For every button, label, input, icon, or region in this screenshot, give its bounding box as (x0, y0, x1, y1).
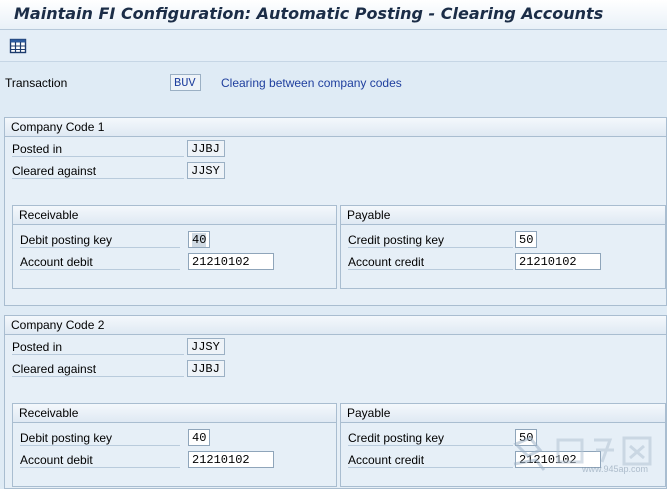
watermark-logo-icon: www.945ap.com (513, 436, 652, 474)
debit-posting-key-label: Debit posting key (20, 431, 180, 446)
cleared-against-field[interactable]: JJSY (187, 162, 225, 179)
credit-posting-key-label: Credit posting key (348, 233, 513, 248)
posted-in-label: Posted in (12, 142, 184, 157)
cleared-against-label: Cleared against (12, 164, 184, 179)
receivable-header: Receivable (13, 206, 336, 225)
credit-posting-key-field[interactable]: 50 (515, 231, 537, 248)
cleared-against-field[interactable]: JJBJ (187, 360, 225, 377)
payable-title: Payable (347, 208, 391, 222)
credit-posting-key-label: Credit posting key (348, 431, 513, 446)
watermark-text: www.945ap.com (581, 464, 648, 474)
debit-posting-key-field[interactable]: 40 (188, 231, 210, 248)
main-area: Transaction BUV Clearing between company… (0, 62, 667, 489)
receivable-header: Receivable (13, 404, 336, 423)
debit-posting-key-value: 40 (192, 233, 207, 247)
account-debit-field[interactable]: 21210102 (188, 253, 274, 270)
company-code-2-header: Company Code 2 (5, 316, 666, 335)
receivable-group: Receivable Debit posting key 40 Account … (12, 403, 337, 487)
account-debit-label: Account debit (20, 255, 180, 270)
application-toolbar (0, 30, 667, 62)
posted-in-field[interactable]: JJBJ (187, 140, 225, 157)
payable-header: Payable (341, 206, 665, 225)
payable-group: Payable Credit posting key 50 Account cr… (340, 205, 666, 289)
table-view-icon (9, 38, 27, 54)
receivable-group: Receivable Debit posting key 40 Account … (12, 205, 337, 289)
account-debit-field[interactable]: 21210102 (188, 451, 274, 468)
posted-in-label: Posted in (12, 340, 184, 355)
transaction-field[interactable]: BUV (170, 74, 201, 91)
cleared-against-label: Cleared against (12, 362, 184, 377)
company-code-1-group: Company Code 1 Posted in JJBJ Cleared ag… (4, 117, 667, 306)
account-debit-label: Account debit (20, 453, 180, 468)
table-view-button[interactable] (9, 38, 27, 54)
company-code-1-title: Company Code 1 (11, 120, 105, 134)
receivable-title: Receivable (19, 406, 79, 420)
account-credit-field[interactable]: 21210102 (515, 253, 601, 270)
payable-title: Payable (347, 406, 391, 420)
posted-in-field[interactable]: JJSY (187, 338, 225, 355)
company-code-2-title: Company Code 2 (11, 318, 105, 332)
company-code-1-header: Company Code 1 (5, 118, 666, 137)
transaction-label: Transaction (5, 76, 68, 90)
window-title: Maintain FI Configuration: Automatic Pos… (14, 4, 604, 23)
account-credit-label: Account credit (348, 453, 513, 468)
debit-posting-key-label: Debit posting key (20, 233, 180, 248)
transaction-description: Clearing between company codes (221, 76, 402, 90)
watermark: www.945ap.com (510, 434, 660, 474)
debit-posting-key-field[interactable]: 40 (188, 429, 210, 446)
receivable-title: Receivable (19, 208, 79, 222)
account-credit-label: Account credit (348, 255, 513, 270)
title-bar: Maintain FI Configuration: Automatic Pos… (0, 0, 667, 30)
payable-header: Payable (341, 404, 665, 423)
